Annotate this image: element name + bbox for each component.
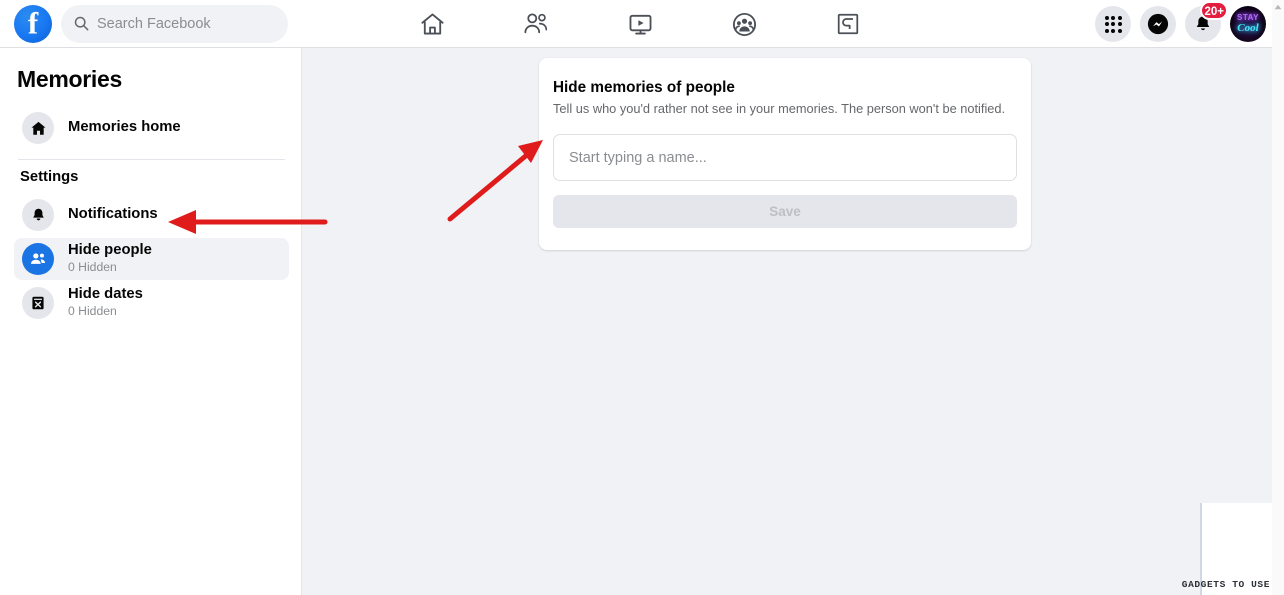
name-search-input[interactable]: Start typing a name...: [553, 134, 1017, 182]
nav-groups[interactable]: [702, 0, 786, 48]
sidebar-item-hide-people[interactable]: Hide people 0 Hidden: [14, 238, 289, 280]
header-right-group: 20+ STAY Cool: [1095, 0, 1266, 48]
search-placeholder: Search Facebook: [97, 15, 211, 32]
menu-grid-button[interactable]: [1095, 6, 1131, 42]
messenger-button[interactable]: [1140, 6, 1176, 42]
name-search-placeholder: Start typing a name...: [569, 149, 707, 166]
search-input[interactable]: Search Facebook: [61, 4, 288, 43]
sidebar-divider: [18, 159, 285, 160]
sidebar-item-label: Notifications: [68, 206, 158, 223]
hide-memories-card: Hide memories of people Tell us who you'…: [539, 58, 1031, 250]
sidebar-item-notifications[interactable]: Notifications: [14, 194, 289, 236]
save-button[interactable]: Save: [553, 195, 1017, 229]
home-filled-icon: [22, 112, 54, 144]
home-icon: [420, 13, 444, 34]
notification-badge: 20+: [1200, 1, 1228, 20]
messenger-icon: [1147, 13, 1169, 35]
calendar-x-icon: [22, 287, 54, 319]
sidebar-item-label: Hide dates: [68, 286, 143, 303]
watermark-text: GADGETS TO USE: [1181, 579, 1270, 590]
card-title: Hide memories of people: [553, 79, 735, 96]
nav-watch[interactable]: [598, 0, 682, 48]
gaming-icon: [837, 13, 859, 35]
grid-menu-icon: [1104, 15, 1122, 33]
avatar-text-top: STAY: [1236, 13, 1259, 22]
sidebar-item-sublabel: 0 Hidden: [68, 304, 117, 319]
memories-sidebar: Memories Memories home Settings Notifica…: [0, 48, 302, 595]
notifications-button[interactable]: 20+: [1185, 1, 1228, 42]
main-content-area: Hide memories of people Tell us who you'…: [302, 48, 1284, 595]
bell-filled-icon: [22, 199, 54, 231]
nav-home[interactable]: [390, 0, 474, 48]
facebook-logo-glyph: f: [27, 5, 39, 41]
scroll-up-arrow-icon[interactable]: [1273, 2, 1283, 12]
sidebar-item-sublabel: 0 Hidden: [68, 260, 117, 275]
facebook-logo-icon[interactable]: f: [14, 4, 52, 43]
sidebar-section-settings: Settings: [20, 169, 79, 185]
search-icon: [74, 16, 89, 31]
groups-icon: [732, 12, 756, 36]
sidebar-item-label: Hide people: [68, 242, 152, 259]
sidebar-item-memories-home[interactable]: Memories home: [14, 107, 289, 149]
sidebar-item-hide-dates[interactable]: Hide dates 0 Hidden: [14, 282, 289, 324]
page-title: Memories: [17, 66, 122, 92]
header-nav-group: [390, 0, 890, 48]
nav-friends[interactable]: [494, 0, 578, 48]
watch-video-icon: [629, 14, 651, 34]
friends-icon: [524, 13, 548, 34]
avatar-text-bottom: Cool: [1237, 22, 1259, 34]
header-left-group: f Search Facebook: [0, 4, 288, 43]
card-description: Tell us who you'd rather not see in your…: [553, 101, 1006, 116]
top-navigation-bar: f Search Facebook 20+ STAY Cool: [0, 0, 1284, 48]
sidebar-item-label: Memories home: [68, 119, 181, 136]
profile-avatar[interactable]: STAY Cool: [1230, 6, 1266, 42]
people-filled-icon: [22, 243, 54, 275]
nav-gaming[interactable]: [806, 0, 890, 48]
page-scrollbar[interactable]: [1272, 0, 1284, 595]
